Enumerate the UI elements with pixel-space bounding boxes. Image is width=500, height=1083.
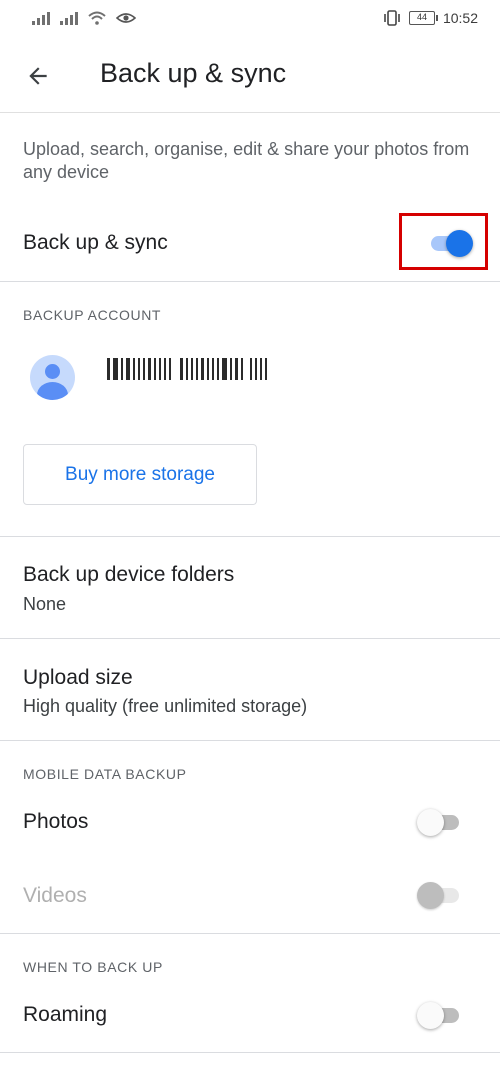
upload-size-value: High quality (free unlimited storage) bbox=[23, 696, 308, 716]
status-icons-left bbox=[32, 9, 136, 25]
signal-icon bbox=[60, 11, 78, 25]
section-header-backup-account: BACKUP ACCOUNT bbox=[23, 307, 162, 323]
toggle-thumb bbox=[417, 1002, 444, 1029]
back-button[interactable] bbox=[20, 58, 56, 94]
signal-icon bbox=[32, 11, 50, 25]
backup-sync-label: Back up & sync bbox=[23, 231, 168, 254]
roaming-toggle[interactable] bbox=[417, 1001, 463, 1029]
status-bar: 44 10:52 bbox=[0, 0, 500, 36]
toggle-thumb bbox=[417, 882, 444, 909]
roaming-label: Roaming bbox=[23, 1003, 108, 1026]
section-header-mobile-data-backup: MOBILE DATA BACKUP bbox=[23, 766, 187, 782]
eye-comfort-icon bbox=[116, 13, 136, 23]
page-title: Back up & sync bbox=[100, 58, 287, 88]
clock: 10:52 bbox=[442, 10, 478, 26]
videos-mobile-data-toggle[interactable] bbox=[417, 881, 463, 909]
buy-more-storage-button[interactable]: Buy more storage bbox=[23, 444, 257, 505]
upload-size-label: Upload size bbox=[23, 666, 133, 689]
divider bbox=[0, 933, 500, 934]
vibrate-icon bbox=[384, 10, 400, 26]
photos-label: Photos bbox=[23, 810, 89, 833]
redacted-account-email bbox=[107, 358, 267, 380]
device-folders-label: Back up device folders bbox=[23, 563, 235, 586]
arrow-back-icon bbox=[29, 67, 47, 85]
battery-icon: 44 bbox=[408, 11, 438, 25]
person-avatar-icon bbox=[30, 355, 75, 400]
highlight-annotation bbox=[399, 213, 488, 270]
divider bbox=[0, 1052, 500, 1053]
divider bbox=[0, 638, 500, 639]
photos-mobile-data-toggle[interactable] bbox=[417, 808, 463, 836]
videos-label: Videos bbox=[23, 884, 87, 907]
app-bar: Back up & sync bbox=[0, 36, 500, 113]
divider bbox=[0, 281, 500, 282]
device-folders-value: None bbox=[23, 594, 67, 614]
battery-level: 44 bbox=[416, 12, 427, 22]
description-text: Upload, search, organise, edit & share y… bbox=[23, 139, 470, 182]
divider bbox=[0, 536, 500, 537]
toggle-thumb bbox=[417, 809, 444, 836]
section-header-when-to-back-up: WHEN TO BACK UP bbox=[23, 959, 163, 975]
wifi-icon bbox=[88, 11, 106, 25]
status-icons-right: 44 10:52 bbox=[383, 8, 478, 28]
divider bbox=[0, 740, 500, 741]
